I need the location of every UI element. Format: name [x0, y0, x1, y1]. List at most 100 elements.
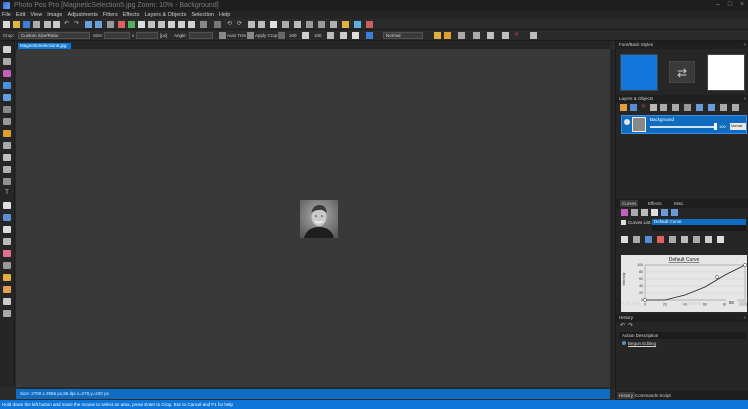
- curve-red-icon[interactable]: [657, 236, 664, 243]
- opacity-icon[interactable]: [302, 32, 309, 39]
- menu-layers-objects[interactable]: Layers & Objects: [144, 12, 186, 18]
- new-curve-icon[interactable]: [621, 209, 628, 216]
- rotate-left-icon[interactable]: ⟲: [226, 21, 233, 28]
- dropdown-icon[interactable]: [214, 21, 221, 28]
- height-input[interactable]: [136, 32, 158, 39]
- foreground-color-swatch[interactable]: [620, 54, 658, 91]
- photo-thumbnail[interactable]: [300, 200, 338, 238]
- curve-up-icon[interactable]: [661, 209, 668, 216]
- copy-curve-icon[interactable]: [651, 209, 658, 216]
- group-icon[interactable]: [502, 32, 509, 39]
- move-up-icon[interactable]: [696, 104, 703, 111]
- curve-down-icon[interactable]: [671, 209, 678, 216]
- crop-icon[interactable]: [178, 21, 185, 28]
- curve-apply-icon[interactable]: [717, 236, 724, 243]
- open-curve-icon[interactable]: [631, 209, 638, 216]
- shape-icon[interactable]: [306, 21, 313, 28]
- layer-opacity-slider[interactable]: [650, 126, 714, 128]
- curve-point-icon[interactable]: [633, 236, 640, 243]
- canvas-icon[interactable]: [138, 21, 145, 28]
- smudge-tool-icon[interactable]: [3, 238, 11, 245]
- curve-preset-icon[interactable]: [669, 236, 676, 243]
- text-icon[interactable]: [294, 21, 301, 28]
- merge-icon[interactable]: [650, 104, 657, 111]
- curve-point[interactable]: [715, 275, 719, 279]
- swatch-icon[interactable]: [327, 32, 334, 39]
- delete-layer-icon[interactable]: ✕: [640, 104, 647, 111]
- curve-channel-icon[interactable]: [645, 236, 652, 243]
- ungroup-icon[interactable]: [530, 32, 537, 39]
- zoom-out-icon[interactable]: [95, 21, 102, 28]
- percent-icon[interactable]: [200, 21, 207, 28]
- curve-point[interactable]: [643, 298, 647, 302]
- photo-icon[interactable]: [270, 21, 277, 28]
- blend-mode-select[interactable]: Normal: [383, 32, 423, 39]
- fit-window-icon[interactable]: [107, 21, 114, 28]
- zoom-in-icon[interactable]: [85, 21, 92, 28]
- gradient-tool-icon[interactable]: [3, 286, 11, 293]
- histogram-icon[interactable]: [330, 21, 337, 28]
- line-tool-icon[interactable]: [3, 214, 11, 221]
- close-icon[interactable]: ×: [743, 41, 746, 49]
- object-icon[interactable]: [444, 32, 451, 39]
- fill-tool-icon[interactable]: [3, 274, 11, 281]
- curve-invert-icon[interactable]: [693, 236, 700, 243]
- tab-commands-script[interactable]: Commands Script: [633, 392, 673, 399]
- distribute-icon[interactable]: [473, 32, 480, 39]
- color-mode-icon[interactable]: [366, 32, 373, 39]
- swap-colors-button[interactable]: ⇄: [669, 61, 695, 83]
- arrange-icon[interactable]: [487, 32, 494, 39]
- opacity-value-1[interactable]: 100: [289, 32, 297, 39]
- zoom-tool-icon[interactable]: [3, 58, 11, 65]
- frame-icon[interactable]: [282, 21, 289, 28]
- grid-icon[interactable]: [248, 21, 255, 28]
- align-icon[interactable]: [458, 32, 465, 39]
- magic-wand-tool-icon[interactable]: [3, 130, 11, 137]
- width-input[interactable]: [104, 32, 130, 39]
- duplicate-layer-icon[interactable]: [630, 104, 637, 111]
- image-adjust-icon[interactable]: [118, 21, 125, 28]
- history-redo-icon[interactable]: ↷: [627, 323, 634, 330]
- curve-smooth-icon[interactable]: [705, 236, 712, 243]
- undo-icon[interactable]: ↶: [63, 21, 70, 28]
- curves-list-checkbox[interactable]: [621, 220, 626, 225]
- delete-icon[interactable]: ✕: [513, 32, 520, 39]
- curve-value-icon[interactable]: [739, 299, 746, 306]
- red-eye-icon[interactable]: [366, 21, 373, 28]
- curve-reset-icon[interactable]: [681, 236, 688, 243]
- copy-icon[interactable]: [53, 21, 60, 28]
- menu-adjustments[interactable]: Adjustments: [67, 12, 97, 18]
- new-file-icon[interactable]: [3, 21, 10, 28]
- layer-opacity-thumb[interactable]: [714, 123, 717, 130]
- redo-icon[interactable]: ↷: [73, 21, 80, 28]
- pencil-tool-icon[interactable]: [3, 166, 11, 173]
- curves-list[interactable]: [652, 225, 746, 231]
- rotate-icon[interactable]: [158, 21, 165, 28]
- opacity-value-2[interactable]: 100: [314, 32, 322, 39]
- dodge-tool-icon[interactable]: [3, 262, 11, 269]
- close-icon[interactable]: ×: [743, 314, 746, 322]
- crop-tool-icon[interactable]: [3, 82, 11, 89]
- curve-point[interactable]: [743, 263, 747, 267]
- tab-effects[interactable]: Effects: [646, 200, 664, 207]
- eraser-tool-icon[interactable]: [3, 178, 11, 185]
- fill-icon[interactable]: [352, 32, 359, 39]
- rotate-right-icon[interactable]: ⟳: [236, 21, 243, 28]
- angle-input[interactable]: [189, 32, 213, 39]
- layer-blend-select[interactable]: Normal: [730, 123, 746, 130]
- menu-edit[interactable]: Edit: [16, 12, 25, 18]
- print-icon[interactable]: [33, 21, 40, 28]
- lasso-tool-icon[interactable]: [3, 142, 11, 149]
- tab-misc[interactable]: Misc.: [672, 200, 687, 207]
- select-icon[interactable]: [318, 21, 325, 28]
- minimize-button[interactable]: –: [714, 1, 722, 9]
- move-down-icon[interactable]: [708, 104, 715, 111]
- menu-filters[interactable]: Filters: [103, 12, 118, 18]
- tab-curves[interactable]: Curves: [620, 200, 639, 207]
- layer-icon[interactable]: [188, 21, 195, 28]
- auto-trim-button[interactable]: Auto Trim: [227, 32, 246, 39]
- menu-help[interactable]: Help: [219, 12, 230, 18]
- visibility-icon[interactable]: [624, 119, 630, 125]
- effects-icon[interactable]: [342, 21, 349, 28]
- new-layer-icon[interactable]: [620, 104, 627, 111]
